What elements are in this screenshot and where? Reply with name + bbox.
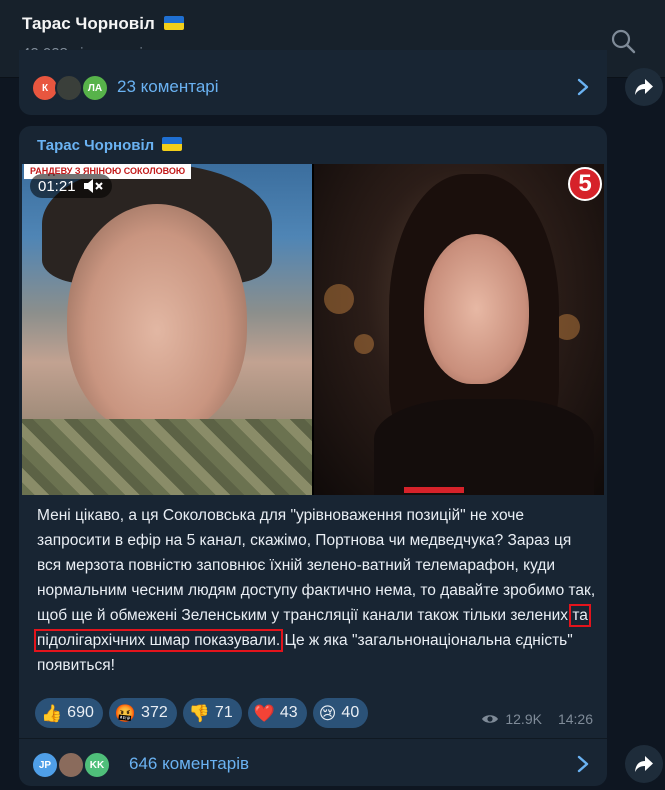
ukraine-flag-icon [162,137,183,151]
divider [19,738,607,739]
previous-post-comments-button[interactable]: К ЛА 23 коментарі [19,63,607,113]
reaction-crying[interactable]: 😢 40 [312,698,369,728]
angry-face-icon: 🤬 [114,703,137,723]
chevron-right-icon [577,78,589,96]
thumbs-down-icon: 👎 [188,703,210,723]
view-count: 12.9K [505,711,542,727]
avatar: ЛА [81,74,109,102]
video-scene [424,234,529,384]
video-left-frame [22,164,312,495]
post-bubble: Тарас Чорновіл РАНДЕВУ З ЯНІНОЮ СОКОЛОВО… [19,126,607,786]
thumbs-up-icon: 👍 [41,703,63,723]
channel-title-wrap[interactable]: Тарас Чорновіл [22,14,184,34]
heart-icon: ❤️ [253,703,275,723]
reaction-count: 40 [341,704,360,721]
avatar: KK [83,751,111,779]
reactions-bar: 👍 690 🤬 372 👎 71 ❤️ 43 😢 40 [35,698,369,728]
post-author[interactable]: Тарас Чорновіл [37,137,154,154]
ukraine-flag-icon [163,16,184,30]
previous-post-bubble: К ЛА 23 коментарі [19,50,607,115]
video-scene [374,399,594,495]
avatar [55,74,83,102]
reaction-thumbs-up[interactable]: 👍 690 [35,698,103,728]
video-scene [354,334,374,354]
channel-title[interactable]: Тарас Чорновіл [22,14,155,33]
post-time: 14:26 [557,711,593,727]
avatar: JP [31,751,59,779]
video-player[interactable]: РАНДЕВУ З ЯНІНОЮ СОКОЛОВОЮ 5 01:21 [22,164,604,495]
chevron-right-icon [577,755,589,773]
reaction-count: 43 [279,704,298,721]
post-author-wrap[interactable]: Тарас Чорновіл [37,137,183,154]
reaction-heart[interactable]: ❤️ 43 [247,698,307,728]
reaction-count: 71 [214,704,233,721]
video-scene [22,419,312,495]
post-meta: 12.9K 14:26 [481,711,593,727]
avatar [57,751,85,779]
video-duration-badge: 01:21 [30,174,112,198]
eye-icon [482,715,499,723]
video-right-frame [314,164,604,495]
reaction-count: 372 [141,704,168,721]
forward-arrow-icon [635,79,653,95]
forward-arrow-icon [635,756,653,772]
crying-face-icon: 😢 [318,703,337,723]
video-scene [67,204,247,434]
channel-logo: 5 [568,167,602,201]
comments-count-label: 23 коментарі [117,77,219,96]
comments-count-label: 646 коментарів [129,754,250,773]
reaction-angry[interactable]: 🤬 372 [108,698,177,728]
reaction-thumbs-down[interactable]: 👎 71 [182,698,242,728]
video-duration: 01:21 [38,177,76,195]
post-comments-button[interactable]: JP KK 646 коментарів [19,740,607,790]
video-scene [404,487,464,493]
reaction-count: 690 [67,704,94,721]
forward-button[interactable] [625,745,663,783]
search-icon[interactable] [608,26,638,56]
video-scene [324,284,354,314]
post-text: Мені цікаво, а ця Соколовська для "урівн… [34,503,597,678]
post-text-part: Мені цікаво, а ця Соколовська для "урівн… [37,507,596,624]
muted-speaker-icon[interactable] [82,177,104,195]
forward-button[interactable] [625,68,663,106]
